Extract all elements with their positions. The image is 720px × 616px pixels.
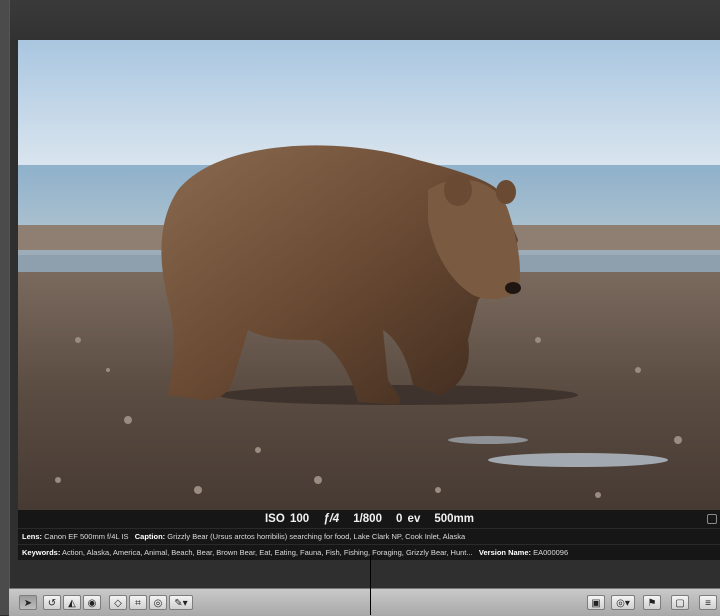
viewer-mode-icon[interactable]: ▣ — [587, 595, 605, 610]
pointer-icon[interactable]: ➤ — [19, 595, 37, 610]
lens-value: Canon EF 500mm f/4L IS — [44, 532, 129, 541]
window-left-edge — [0, 0, 9, 615]
aperture-value: ƒ/4 — [323, 513, 340, 525]
crop-icon[interactable]: ⌗ — [129, 595, 147, 610]
tools-toolbar: ➤ ↺ ◭ ◉ ◇ ⌗ ◎ ✎▾ ▣ ◎▾ ⚑ ▢ ≡ — [9, 588, 720, 616]
metadata-settings-icon[interactable] — [707, 514, 717, 524]
panel-icon[interactable]: ▢ — [671, 595, 689, 610]
version-name-label: Version Name: — [478, 548, 532, 557]
lens-label: Lens: — [22, 532, 43, 541]
brush-icon[interactable]: ✎▾ — [169, 595, 193, 610]
lift-stamp-icon[interactable]: ◉ — [83, 595, 101, 610]
photo-grizzly-bear[interactable] — [18, 40, 720, 510]
callout-line — [370, 555, 371, 615]
caption-label: Caption: — [134, 532, 166, 541]
top-bar — [9, 0, 720, 40]
loupe-icon[interactable]: ◎▾ — [611, 595, 635, 610]
red-eye-icon[interactable]: ◎ — [149, 595, 167, 610]
straighten-icon[interactable]: ◭ — [63, 595, 81, 610]
focal-length-value: 500mm — [434, 513, 474, 525]
image-viewer[interactable]: ISO 100 ƒ/4 1/800 0 ev 500mm Lens: Canon… — [9, 40, 720, 588]
keywords-value: Action, Alaska, America, Animal, Beach, … — [62, 548, 473, 557]
rotate-icon[interactable]: ↺ — [43, 595, 61, 610]
lens-caption-row: Lens: Canon EF 500mm f/4L IS Caption: Gr… — [18, 528, 720, 544]
metadata-overlay: ISO 100 ƒ/4 1/800 0 ev 500mm Lens: Canon… — [18, 510, 720, 560]
iso-value: ISO 100 — [264, 513, 310, 525]
flatten-icon[interactable]: ◇ — [109, 595, 127, 610]
flag-icon[interactable]: ⚑ — [643, 595, 661, 610]
shutter-value: 1/800 — [353, 513, 382, 525]
list-icon[interactable]: ≡ — [699, 595, 717, 610]
exif-row: ISO 100 ƒ/4 1/800 0 ev 500mm — [18, 510, 720, 528]
keywords-row: Keywords: Action, Alaska, America, Anima… — [18, 544, 720, 560]
exposure-value: 0 ev — [395, 513, 421, 525]
caption-value: Grizzly Bear (Ursus arctos horribilis) s… — [167, 532, 466, 541]
keywords-label: Keywords: — [22, 548, 61, 557]
version-name-value: EA000096 — [533, 548, 569, 557]
